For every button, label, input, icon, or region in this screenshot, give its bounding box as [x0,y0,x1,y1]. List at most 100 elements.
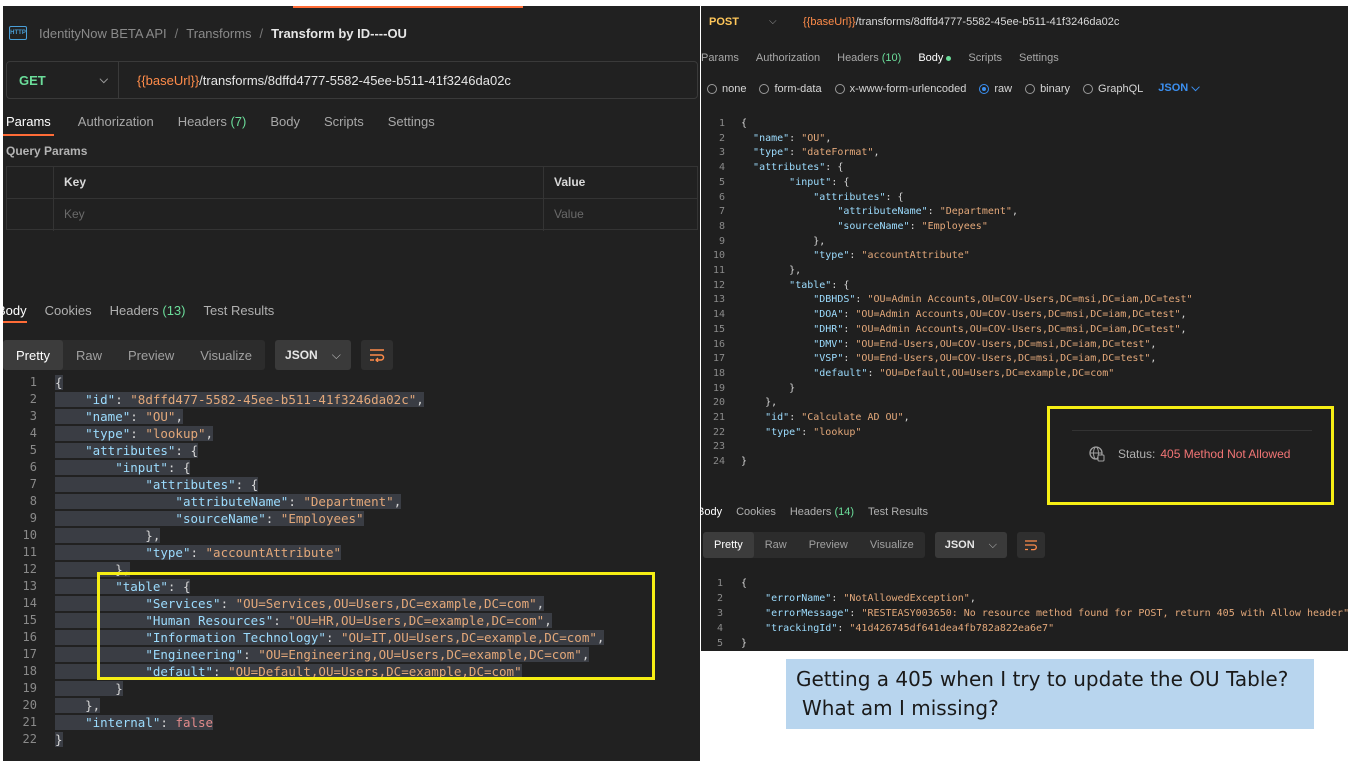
code-line: }, [741,265,802,276]
code-line: } [741,382,796,394]
body-type-form-data[interactable]: form-data [759,82,822,95]
line-number: 4 [718,162,725,174]
tab-params[interactable]: Params [3,110,54,136]
view-raw[interactable]: Raw [63,340,115,370]
url-input[interactable]: {{baseUrl}}/transforms/8dffd4777-5582-45… [119,73,511,88]
tab-response-headers[interactable]: Headers (13) [110,303,186,323]
body-type-none-label: none [722,82,747,95]
code-line: } [741,638,748,649]
view-pretty[interactable]: Pretty [703,532,754,558]
radio-icon [834,83,845,94]
chevron-down-icon: ⌵ [331,347,341,362]
row-checkbox[interactable] [7,199,54,231]
code-line: "name": "OU", [55,409,183,424]
body-type-graphql[interactable]: GraphQL [1083,83,1143,95]
line-number: 3 [716,608,723,619]
tab-response-headers-label: Headers [109,303,159,318]
line-number: 22 [22,732,37,746]
code-line: "attributes": { [55,477,259,492]
tab-headers[interactable]: Headers (7) [178,110,247,136]
tab-settings[interactable]: Settings [388,110,435,136]
tab-test-results[interactable]: Test Results [204,303,275,323]
tab-body-label: Body [918,52,944,64]
line-number: 1 [716,578,723,589]
view-preview[interactable]: Preview [798,532,859,558]
response-view-toolbar: Pretty Raw Preview Visualize JSON ⌵ [3,340,393,370]
query-params-table: Key Value Key Value [6,166,699,231]
code-line: } [55,681,123,696]
key-input[interactable]: Key [54,199,544,231]
body-type-raw[interactable]: raw [979,83,1012,95]
tab-authorization[interactable]: Authorization [78,110,154,136]
view-preview[interactable]: Preview [115,340,187,370]
view-pretty[interactable]: Pretty [3,340,63,370]
format-dropdown[interactable]: JSON ⌵ [275,340,351,370]
format-dropdown[interactable]: JSON ⌵ [934,532,1008,558]
code-line: }, [55,698,101,713]
tab-authorization[interactable]: Authorization [756,52,820,64]
breadcrumb-folder[interactable]: Transforms [186,26,251,41]
line-number: 21 [712,412,725,423]
tab-response-cookies[interactable]: Cookies [45,303,92,323]
line-number: 20 [712,397,725,409]
tab-response-cookies[interactable]: Cookies [736,506,776,518]
view-raw[interactable]: Raw [754,532,798,558]
value-input[interactable]: Value [544,199,699,231]
tab-scripts[interactable]: Scripts [968,52,1002,64]
breadcrumb-current[interactable]: Transform by ID----OU [271,26,407,41]
http-request-icon: HTTP [9,26,27,40]
code-line: }, [741,397,778,409]
line-number: 1 [29,375,37,389]
tab-response-body[interactable]: Body [3,303,27,323]
breadcrumb-workspace[interactable]: IdentityNow BETA API [39,26,167,41]
checkbox-column [7,167,54,198]
body-type-urlencoded[interactable]: x-www-form-urlencoded [834,83,966,95]
line-number: 12 [22,562,37,576]
code-line: "type": "dateFormat", [753,147,880,159]
body-type-binary[interactable]: binary [1025,83,1070,95]
line-number: 19 [22,681,37,695]
wrap-lines-button[interactable] [1017,532,1046,558]
view-mode-segment: Pretty Raw Preview Visualize [703,532,925,558]
line-number: 8 [29,494,37,508]
tab-response-headers[interactable]: Headers (14) [790,506,854,518]
chevron-down-icon: ⌵ [988,538,998,551]
request-tabs: Params Authorization Headers (7) Body Sc… [3,110,459,136]
code-line: "input": { [55,460,191,475]
url-variable: {{baseUrl}} [137,72,200,88]
code-line: "table": { [789,279,850,291]
body-type-graphql-label: GraphQL [1098,82,1144,95]
response-headers-count: (14) [834,506,855,518]
tab-headers[interactable]: Headers (10) [837,52,901,64]
tab-test-results[interactable]: Test Results [868,506,928,518]
body-type-none[interactable]: none [707,83,746,95]
callout-line-2: What am I missing? [802,696,999,720]
wrap-lines-button[interactable] [360,340,393,370]
view-visualize[interactable]: Visualize [859,532,925,558]
view-visualize[interactable]: Visualize [187,340,265,370]
code-line: "default": "OU=Default,OU=Users,DC=examp… [813,367,1115,379]
response-view-toolbar: Pretty Raw Preview Visualize JSON ⌵ [703,532,1046,558]
method-select[interactable]: POST [709,16,739,28]
body-type-form-data-label: form-data [774,82,822,95]
body-type-binary-label: binary [1040,82,1071,95]
tab-body[interactable]: Body [918,52,952,64]
line-number: 8 [718,220,725,232]
tab-settings[interactable]: Settings [1019,52,1059,64]
code-line: "sourceName": "Employees" [837,220,988,232]
chevron-down-icon: ⌵ [1191,82,1200,94]
method-select[interactable]: GET ⌵ [7,62,119,98]
line-number: 16 [712,338,725,350]
url-input[interactable]: {{baseUrl}}/transforms/8dffd4777-5582-45… [803,16,1119,28]
response-status: Status: 405 Method Not Allowed [1088,445,1290,463]
raw-format-dropdown[interactable]: JSON ⌵ [1158,82,1199,95]
tab-params[interactable]: Params [701,52,739,64]
line-number: 5 [716,638,723,649]
tab-scripts[interactable]: Scripts [324,110,364,136]
wrap-lines-icon [1025,540,1038,551]
code-line: "DHR": "OU=Admin Accounts,OU=COV-Users,D… [813,323,1187,335]
wrap-lines-icon [369,349,385,362]
tab-body[interactable]: Body [270,110,300,136]
column-key: Key [54,167,544,198]
tab-response-body[interactable]: Body [701,506,722,518]
